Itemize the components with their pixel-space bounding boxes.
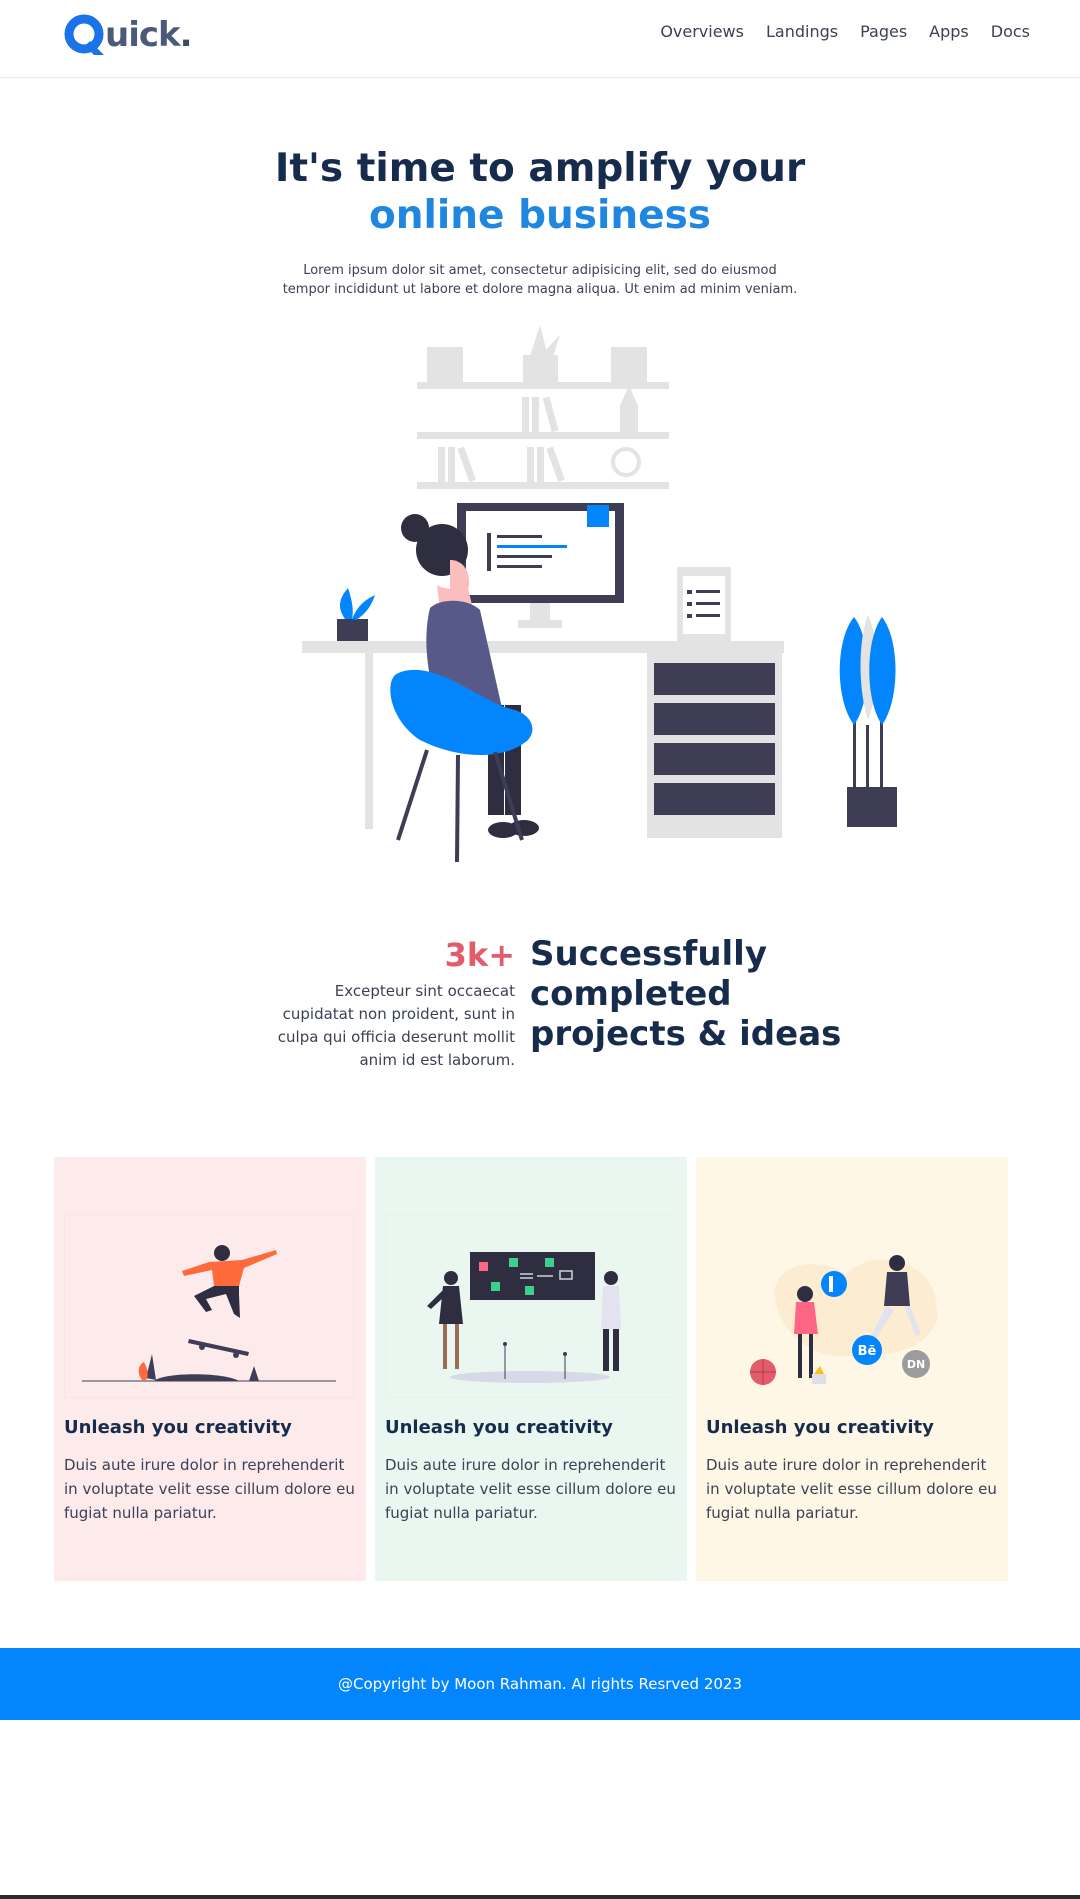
person-working-at-desk-illustration [302,325,897,863]
footer-copyright: @Copyright by Moon Rahman. Al rights Res… [338,1675,742,1693]
page-bottom-border [0,1895,1080,1899]
nav-item-docs[interactable]: Docs [991,22,1030,41]
stat-description: Excepteur sint occaecat cupidatat non pr… [277,982,515,1069]
feature-card: Unleash you creativity Duis aute irure d… [375,1157,687,1581]
main-nav: Overviews Landings Pages Apps Docs [660,22,1030,41]
presentation-board-illustration [385,1214,675,1398]
social-network-people-illustration: Bē DN [750,1255,938,1385]
logo-text: uick [105,15,181,55]
dribbble-dn-icon-label: DN [907,1358,925,1371]
nav-item-overviews[interactable]: Overviews [660,22,744,41]
brand-logo[interactable]: Q uick. [63,12,193,58]
hero-title-line2: online business [369,193,711,238]
stat-number: 3k+ [444,936,515,974]
navbar: Q uick. Overviews Landings Pages Apps Do… [0,0,1080,78]
logo-letter: Q [63,13,64,14]
hero-subtitle: Lorem ipsum dolor sit amet, consectetur … [282,263,798,297]
behance-icon-label: Bē [858,1344,877,1359]
desk-top [302,641,784,653]
card-text: Duis aute irure dolor in reprehenderit i… [706,1456,997,1522]
shelves-decoration [417,325,669,489]
logo-q-icon: Q [63,13,104,55]
nav-item-pages[interactable]: Pages [860,22,907,41]
card-title: Unleash you creativity [706,1417,934,1438]
stats-block: 3k+ Excepteur sint occaecat cupidatat no… [270,934,515,1072]
footer: @Copyright by Moon Rahman. Al rights Res… [0,1648,1080,1720]
nav-item-landings[interactable]: Landings [766,22,838,41]
card-title: Unleash you creativity [385,1417,613,1438]
hero-title-line1: It's time to amplify your [274,146,806,191]
stat-headline: Successfully completed projects & ideas [530,934,842,1054]
skateboarder-illustration [64,1214,354,1398]
logo-dot: . [179,15,193,55]
nav-item-apps[interactable]: Apps [929,22,969,41]
card-text: Duis aute irure dolor in reprehenderit i… [385,1456,676,1522]
card-title: Unleash you creativity [64,1417,292,1438]
feature-card: Bē DN Unleash you creativity Duis aute i… [696,1157,1008,1581]
card-text: Duis aute irure dolor in reprehenderit i… [64,1456,355,1522]
feature-card: Unleash you creativity Duis aute irure d… [54,1157,366,1581]
